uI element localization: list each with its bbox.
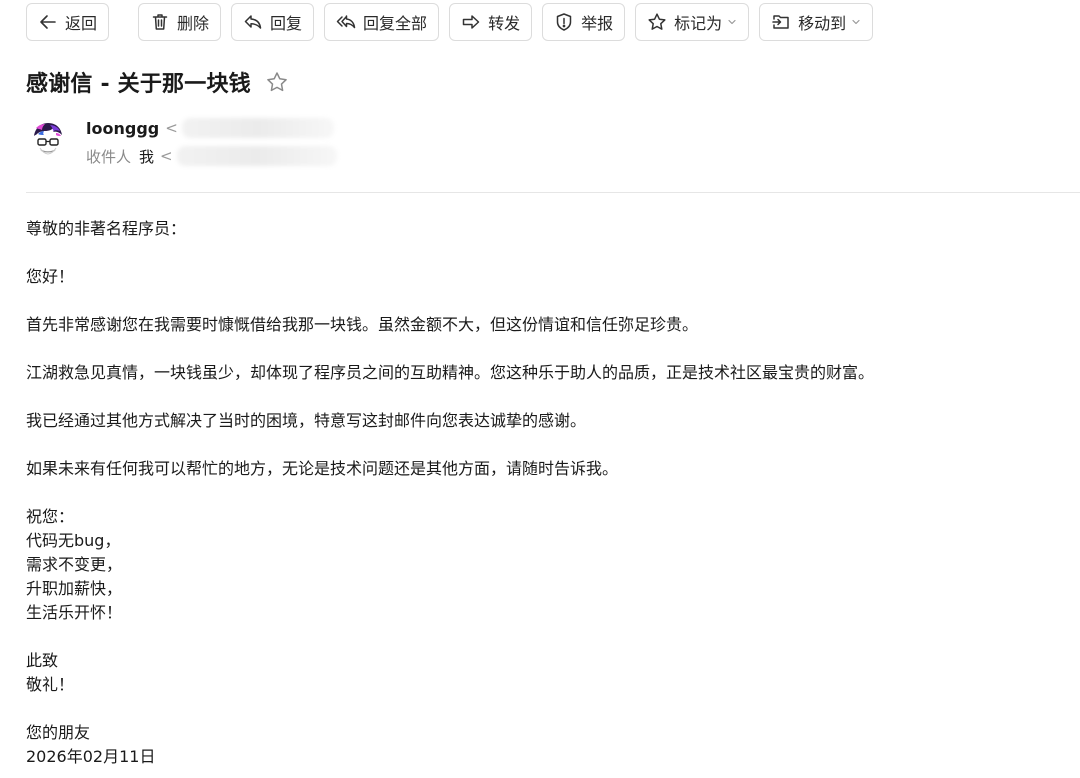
reply-label: 回复 bbox=[270, 14, 303, 33]
forward-button[interactable]: 转发 bbox=[449, 3, 533, 41]
star-outline-icon bbox=[647, 12, 667, 32]
closing-line: 此致 bbox=[26, 651, 59, 670]
header-divider bbox=[26, 192, 1080, 193]
wishes-line: 升职加薪快， bbox=[26, 579, 123, 598]
mark-as-dropdown[interactable]: 标记为 bbox=[635, 3, 750, 41]
email-body: 尊敬的非著名程序员： 您好！ 首先非常感谢您在我需要时慷慨借给我那一块钱。虽然金… bbox=[26, 217, 1066, 769]
greeting-line: 尊敬的非著名程序员： bbox=[26, 219, 187, 238]
reply-all-button[interactable]: 回复全部 bbox=[324, 3, 440, 41]
move-folder-icon bbox=[771, 12, 791, 32]
recipient-name[interactable]: 我 bbox=[139, 146, 154, 167]
signature-line: 您的朋友 bbox=[26, 723, 91, 742]
sender-avatar bbox=[26, 118, 70, 162]
forward-label: 转发 bbox=[488, 14, 521, 33]
wishes-line: 祝您： bbox=[26, 507, 75, 526]
email-subject: 感谢信 - 关于那一块钱 bbox=[26, 72, 251, 97]
sender-email-bracket: < bbox=[165, 119, 178, 137]
star-outline-icon[interactable] bbox=[265, 70, 289, 94]
body-paragraph: 我已经通过其他方式解决了当时的困境，特意写这封邮件向您表达诚挚的感谢。 bbox=[26, 411, 587, 430]
back-button[interactable]: 返回 bbox=[26, 3, 110, 41]
reply-all-label: 回复全部 bbox=[363, 14, 428, 33]
redacted-sender-email bbox=[181, 118, 334, 138]
wishes-line: 需求不变更， bbox=[26, 555, 123, 574]
closing-line: 敬礼！ bbox=[26, 675, 75, 694]
mark-as-label: 标记为 bbox=[674, 14, 723, 33]
chevron-down-icon bbox=[727, 17, 737, 27]
shield-alert-icon bbox=[554, 12, 574, 32]
reply-button[interactable]: 回复 bbox=[231, 3, 315, 41]
sender-block: loonggg < 收件人 我 < bbox=[86, 116, 337, 168]
reply-all-icon bbox=[336, 12, 356, 32]
recipient-email-bracket: < bbox=[160, 147, 173, 165]
body-paragraph: 首先非常感谢您在我需要时慷慨借给我那一块钱。虽然金额不大，但这份情谊和信任弥足珍… bbox=[26, 315, 699, 334]
report-label: 举报 bbox=[581, 14, 614, 33]
reply-icon bbox=[243, 12, 263, 32]
redacted-recipient-email bbox=[176, 146, 337, 166]
recipient-line: 收件人 我 < bbox=[86, 144, 337, 168]
signature-date: 2026年02月11日 bbox=[26, 747, 156, 766]
body-paragraph: 如果未来有任何我可以帮忙的地方，无论是技术问题还是其他方面，请随时告诉我。 bbox=[26, 459, 619, 478]
forward-icon bbox=[461, 12, 481, 32]
move-to-dropdown[interactable]: 移动到 bbox=[759, 3, 874, 41]
move-to-label: 移动到 bbox=[798, 14, 847, 33]
back-label: 返回 bbox=[65, 14, 98, 33]
trash-icon bbox=[150, 12, 170, 32]
sender-line: loonggg < bbox=[86, 116, 337, 140]
recipient-label: 收件人 bbox=[86, 147, 132, 166]
wishes-line: 生活乐开怀！ bbox=[26, 603, 123, 622]
hello-line: 您好！ bbox=[26, 267, 75, 286]
email-toolbar: 返回 删除 回复 回复全部 转发 举报 标记为 移动到 bbox=[26, 3, 883, 41]
chevron-down-icon bbox=[851, 17, 861, 27]
report-button[interactable]: 举报 bbox=[542, 3, 626, 41]
delete-label: 删除 bbox=[177, 14, 210, 33]
arrow-left-icon bbox=[38, 12, 58, 32]
subject-row: 感谢信 - 关于那一块钱 bbox=[26, 64, 289, 100]
wishes-line: 代码无bug， bbox=[26, 531, 121, 550]
body-paragraph: 江湖救急见真情，一块钱虽少，却体现了程序员之间的互助精神。您这种乐于助人的品质，… bbox=[26, 363, 875, 382]
delete-button[interactable]: 删除 bbox=[138, 3, 222, 41]
sender-name[interactable]: loonggg bbox=[86, 119, 159, 138]
